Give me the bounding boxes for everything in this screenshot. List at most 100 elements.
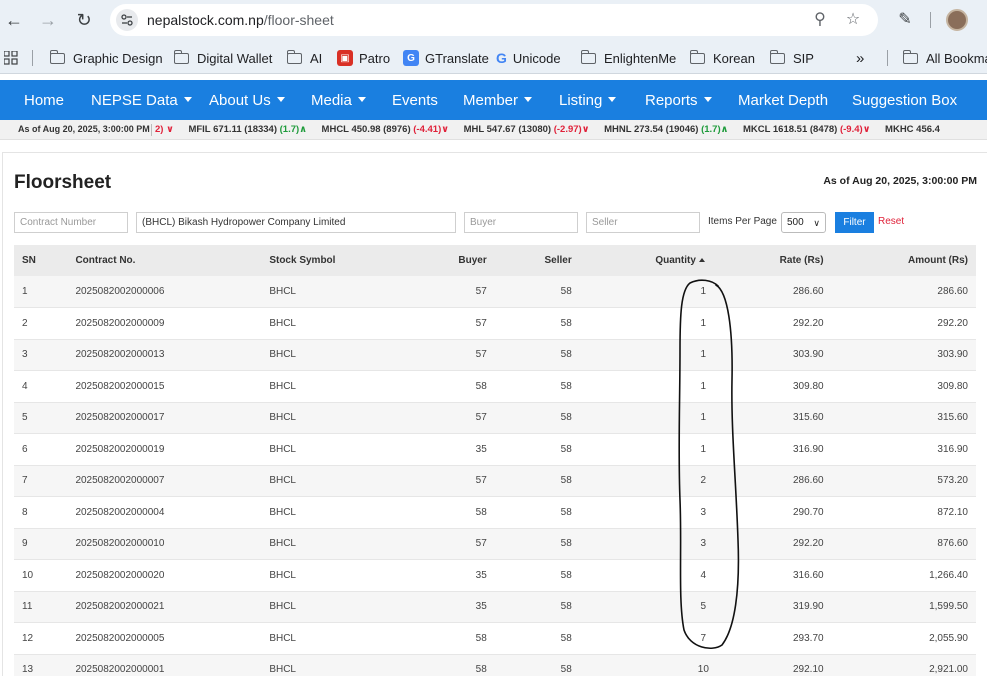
bookmark-star-icon[interactable]: ☆ — [843, 10, 863, 30]
browser-toolbar: ← → ↻ nepalstock.com.np/floor-sheet ⚲ ☆ … — [0, 0, 987, 40]
more-bookmarks-icon[interactable]: » — [856, 49, 864, 67]
cell-stock-symbol: BHCL — [269, 569, 296, 581]
cell-sn: 13 — [22, 664, 34, 676]
nav-label: Listing — [559, 92, 603, 109]
table-row: 5 2025082002000017 BHCL 57 58 1 315.60 315.60 — [14, 402, 976, 434]
extensions-icon[interactable]: ✎ — [894, 9, 916, 31]
bookmark-label: GTranslate — [425, 50, 489, 66]
site-info-icon[interactable] — [116, 9, 138, 31]
folder-icon — [173, 49, 189, 64]
bookmark-all-bookmarks[interactable]: All Bookma — [902, 49, 987, 67]
bookmarks-divider — [32, 50, 33, 66]
buyer-input[interactable] — [464, 212, 578, 233]
ticker-change: 2) — [155, 124, 164, 135]
cell-stock-symbol: BHCL — [269, 601, 296, 613]
nav-label: Suggestion Box — [852, 92, 958, 109]
reset-link[interactable]: Reset — [878, 216, 904, 227]
bookmark-graphic-design[interactable]: Graphic Design — [49, 49, 163, 67]
column-header-amount[interactable]: Amount (Rs) — [832, 245, 976, 276]
column-header-quantity[interactable]: Quantity — [580, 245, 717, 276]
nav-member[interactable]: Member — [463, 92, 533, 109]
nav-home[interactable]: Home — [24, 92, 64, 109]
nav-events[interactable]: Events — [392, 92, 438, 109]
cell-seller: 58 — [560, 286, 572, 297]
cell-stock-symbol: BHCL — [269, 286, 296, 297]
bookmark-sip[interactable]: SIP — [769, 49, 814, 67]
ticker-item[interactable]: MHL 547.67 (13080) (-2.97)∨ — [464, 124, 590, 135]
nav-about-us[interactable]: About Us — [209, 92, 285, 109]
down-arrow-icon: ∨ — [441, 124, 449, 135]
stock-symbol-input[interactable] — [136, 212, 456, 233]
column-header-contract[interactable]: Contract No. — [67, 245, 261, 276]
cell-quantity: 5 — [700, 601, 707, 613]
nav-nepse-data[interactable]: NEPSE Data — [91, 92, 192, 109]
ticker-item[interactable]: MHNL 273.54 (19046) (1.7)∧ — [604, 124, 728, 135]
column-header-seller[interactable]: Seller — [495, 245, 580, 276]
cell-seller: 58 — [560, 664, 572, 676]
bookmark-enlightenme[interactable]: EnlightenMe — [580, 49, 676, 67]
cell-amount: 876.60 — [937, 538, 968, 550]
cell-quantity: 7 — [700, 632, 707, 644]
ticker-change: (-4.41) — [413, 124, 442, 135]
bookmark-label: Graphic Design — [73, 50, 163, 66]
nav-label: About Us — [209, 92, 271, 109]
cell-contract-no: 2025082002000007 — [75, 475, 165, 487]
caret-down-icon — [703, 96, 712, 102]
ticker-change: (-2.97) — [553, 124, 582, 135]
cell-seller: 58 — [560, 475, 572, 487]
bookmark-ai[interactable]: AI — [286, 49, 322, 67]
forward-arrow-icon[interactable]: → — [34, 6, 62, 34]
cell-buyer: 57 — [475, 286, 487, 297]
table-row: 1 2025082002000006 BHCL 57 58 1 286.60 286.60 — [14, 276, 976, 308]
cell-sn: 10 — [22, 569, 34, 581]
caret-down-icon — [524, 96, 533, 102]
bookmark-gtranslate[interactable]: G GTranslate — [403, 49, 489, 67]
folder-icon — [286, 49, 302, 64]
filter-button[interactable]: Filter — [835, 212, 874, 233]
column-header-rate[interactable]: Rate (Rs) — [717, 245, 832, 276]
page-title: Floorsheet — [14, 172, 112, 193]
cell-rate: 293.70 — [792, 632, 824, 644]
ticker-item[interactable]: MKHC 456.4 — [885, 124, 940, 135]
ticker-item[interactable]: 2) ∨ — [155, 124, 174, 135]
apps-grid-icon[interactable] — [4, 49, 18, 67]
bookmark-digital-wallet[interactable]: Digital Wallet — [173, 49, 272, 67]
ticker-item[interactable]: MKCL 1618.51 (8478) (-9.4)∨ — [743, 124, 870, 135]
column-header-symbol[interactable]: Stock Symbol — [261, 245, 409, 276]
bookmark-patro[interactable]: ▣ Patro — [337, 49, 390, 67]
column-header-sn[interactable]: SN — [14, 245, 67, 276]
cell-rate: 292.10 — [792, 664, 824, 676]
zoom-icon[interactable]: ⚲ — [810, 10, 830, 30]
cell-amount: 872.10 — [937, 506, 968, 518]
cell-contract-no: 2025082002000013 — [75, 349, 165, 361]
column-header-buyer[interactable]: Buyer — [410, 245, 495, 276]
ticker-item[interactable]: MHCL 450.98 (8976) (-4.41)∨ — [322, 124, 449, 135]
bookmark-korean[interactable]: Korean — [689, 49, 755, 67]
up-arrow-icon: ∧ — [299, 124, 307, 135]
ticker-date: As of Aug 20, 2025, 3:00:00 PM — [18, 124, 150, 134]
cell-stock-symbol: BHCL — [269, 475, 296, 487]
items-per-page-label: Items Per Page — [708, 216, 777, 227]
profile-avatar[interactable] — [946, 9, 968, 31]
nav-media[interactable]: Media — [311, 92, 366, 109]
ticker-change: (1.7) — [279, 124, 300, 135]
column-header-label: SN — [22, 255, 36, 266]
patro-icon: ▣ — [337, 50, 353, 66]
bookmark-unicode[interactable]: G Unicode — [496, 49, 561, 67]
cell-sn: 1 — [22, 286, 28, 297]
items-per-page-select[interactable]: 500 ∨ — [781, 212, 826, 233]
nav-reports[interactable]: Reports — [645, 92, 712, 109]
contract-number-input[interactable] — [14, 212, 128, 233]
nav-listing[interactable]: Listing — [559, 92, 617, 109]
up-arrow-icon: ∧ — [720, 124, 729, 135]
bookmark-label: SIP — [793, 50, 814, 66]
seller-input[interactable] — [586, 212, 700, 233]
cell-sn: 8 — [22, 506, 28, 518]
nav-suggestion-box[interactable]: Suggestion Box — [852, 92, 957, 109]
address-bar[interactable]: nepalstock.com.np/floor-sheet ⚲ ☆ — [110, 4, 878, 36]
back-arrow-icon[interactable]: ← — [0, 6, 28, 34]
caret-down-icon — [276, 96, 285, 102]
reload-icon[interactable]: ↻ — [70, 6, 98, 34]
ticker-item[interactable]: MFIL 671.11 (18334) (1.7)∧ — [188, 124, 306, 135]
nav-market-depth[interactable]: Market Depth — [738, 92, 828, 109]
